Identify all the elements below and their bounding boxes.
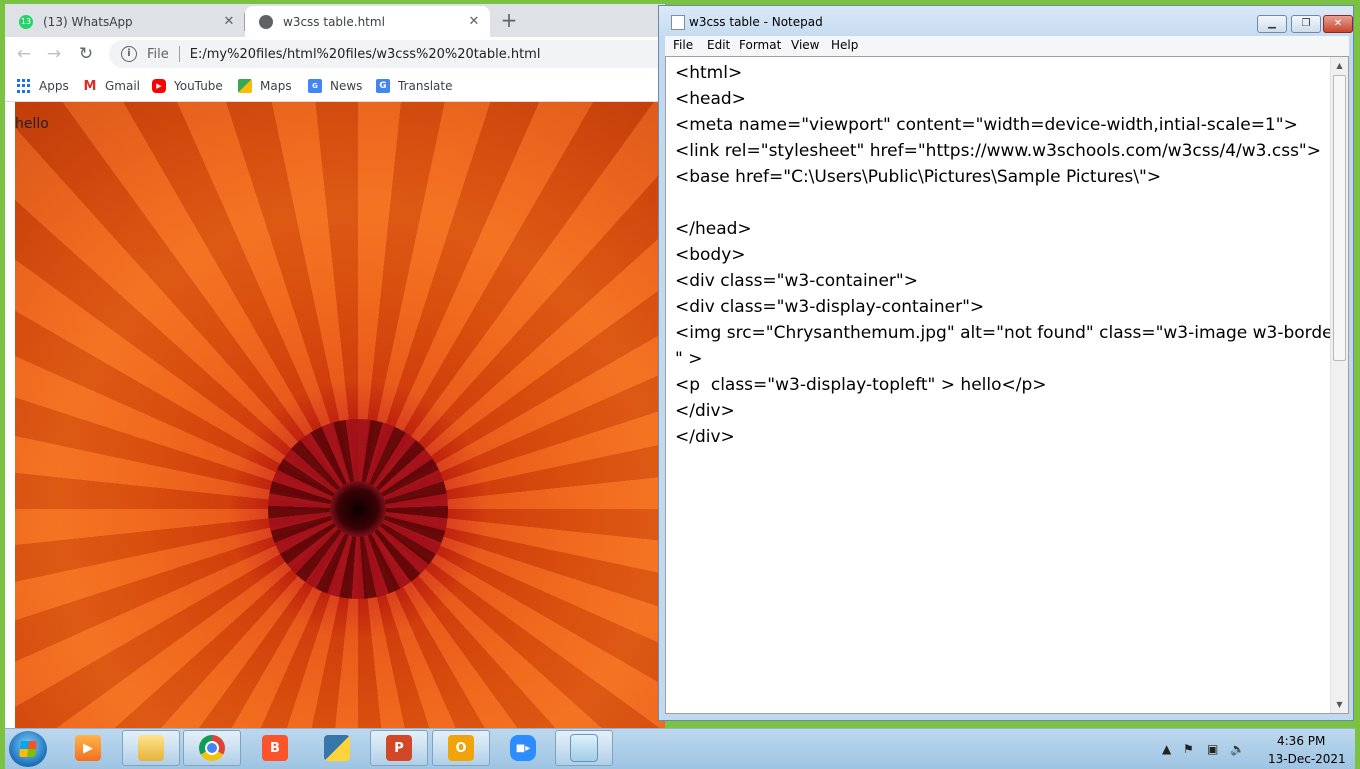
clock-date[interactable]: 13-Dec-2021 [1268, 752, 1346, 766]
menu-format[interactable]: Format [739, 38, 781, 52]
chrome-icon [199, 735, 225, 761]
taskbar-powerpoint[interactable]: P [370, 730, 428, 766]
page-viewport: hello [5, 102, 665, 728]
tab-strip: 13 (13) WhatsApp ✕ w3css table.html ✕ + [5, 4, 665, 37]
vertical-scrollbar[interactable]: ▲ ▼ [1330, 57, 1348, 713]
start-button[interactable] [9, 731, 47, 767]
powerpoint-icon: P [386, 735, 412, 761]
action-center-flag-icon[interactable]: ⚑ [1183, 742, 1194, 756]
close-tab-icon[interactable]: ✕ [464, 14, 484, 29]
menu-help[interactable]: Help [831, 38, 858, 52]
network-icon[interactable]: ▣ [1207, 742, 1218, 756]
notepad-window: w3css table - Notepad ▁ ❐ ✕ File Edit Fo… [658, 5, 1354, 721]
news-icon: G [308, 79, 322, 93]
outlook-icon: O [448, 735, 474, 761]
scroll-down-icon[interactable]: ▼ [1331, 696, 1348, 713]
gmail-icon: M [83, 78, 97, 94]
taskbar-media-player[interactable]: ▶ [59, 730, 117, 766]
menu-edit[interactable]: Edit [707, 38, 730, 52]
back-button[interactable]: ← [11, 41, 37, 67]
tab-whatsapp[interactable]: 13 (13) WhatsApp ✕ [5, 6, 245, 37]
maps-icon [238, 79, 252, 93]
taskbar-brave[interactable]: B [246, 730, 304, 766]
close-button[interactable]: ✕ [1323, 15, 1353, 33]
close-tab-icon[interactable]: ✕ [219, 14, 239, 29]
youtube-icon: ▶ [152, 79, 166, 93]
bookmark-translate[interactable]: G Translate [376, 77, 453, 95]
bookmark-apps[interactable]: Apps [17, 77, 69, 95]
minimize-button[interactable]: ▁ [1257, 15, 1287, 33]
tab-w3css-table[interactable]: w3css table.html ✕ [245, 6, 490, 37]
notepad-icon [570, 734, 598, 762]
taskbar-zoom[interactable]: ■▸ [494, 730, 552, 766]
apps-grid-icon [17, 79, 31, 93]
whatsapp-icon: 13 [19, 14, 33, 29]
bookmark-label: YouTube [174, 79, 223, 93]
bookmark-gmail[interactable]: M Gmail [83, 77, 140, 95]
bookmark-label: Apps [39, 79, 69, 93]
python-icon [324, 735, 350, 761]
menu-bar: File Edit Format View Help [665, 36, 1349, 56]
file-explorer-icon [138, 735, 164, 761]
taskbar-chrome[interactable] [183, 730, 241, 766]
chrysanthemum-image [15, 102, 665, 728]
taskbar-python[interactable] [308, 730, 366, 766]
notepad-titlebar[interactable]: w3css table - Notepad ▁ ❐ ✕ [659, 6, 1353, 36]
globe-icon [259, 14, 273, 29]
reload-button[interactable]: ↻ [73, 41, 99, 67]
window-title: w3css table - Notepad [689, 15, 823, 29]
brave-icon: B [262, 735, 288, 761]
menu-view[interactable]: View [791, 38, 819, 52]
petal-texture [15, 102, 665, 728]
info-icon[interactable]: i [121, 46, 137, 62]
bookmark-youtube[interactable]: ▶ YouTube [152, 77, 223, 95]
bookmark-label: Maps [260, 79, 292, 93]
windows-taskbar: ▶ B P O ■▸ ▲ ⚑ ▣ 🔈 4:36 PM 13-Dec-2021 [5, 728, 1355, 769]
taskbar-file-explorer[interactable] [122, 730, 180, 766]
forward-button[interactable]: → [41, 41, 67, 67]
tab-title: w3css table.html [283, 14, 385, 29]
clock-time[interactable]: 4:36 PM [1277, 734, 1325, 748]
zoom-icon: ■▸ [510, 735, 536, 761]
bookmark-news[interactable]: G News [308, 77, 362, 95]
bookmark-label: Translate [398, 79, 453, 93]
taskbar-notepad[interactable] [555, 730, 613, 766]
media-player-icon: ▶ [75, 735, 101, 761]
notepad-document-icon [671, 15, 685, 30]
scroll-up-icon[interactable]: ▲ [1331, 57, 1348, 74]
volume-icon[interactable]: 🔈 [1230, 742, 1245, 756]
bookmarks-bar: Apps M Gmail ▶ YouTube Maps G News G Tra… [5, 71, 665, 102]
restore-button[interactable]: ❐ [1291, 15, 1321, 33]
divider [178, 46, 180, 62]
scrollbar-thumb[interactable] [1333, 75, 1346, 361]
text-editor[interactable]: <html> <head> <meta name="viewport" cont… [665, 56, 1349, 714]
taskbar-outlook[interactable]: O [432, 730, 490, 766]
flower-core [330, 480, 387, 537]
show-hidden-icons-icon[interactable]: ▲ [1162, 742, 1171, 756]
browser-toolbar: ← → ↻ i File E:/my%20files/html%20files/… [5, 37, 665, 71]
bookmark-label: Gmail [105, 79, 141, 93]
windows-logo-icon [19, 741, 37, 757]
menu-file[interactable]: File [673, 38, 693, 52]
address-bar[interactable]: i File E:/my%20files/html%20files/w3css%… [109, 40, 665, 68]
new-tab-button[interactable]: + [497, 8, 521, 32]
bookmark-maps[interactable]: Maps [238, 77, 292, 95]
url-text: E:/my%20files/html%20files/w3css%20%20ta… [189, 46, 541, 62]
display-topleft-text: hello [15, 116, 49, 132]
url-scheme: File [147, 46, 169, 62]
editor-content[interactable]: <html> <head> <meta name="viewport" cont… [675, 60, 1340, 450]
translate-icon: G [376, 79, 390, 93]
bookmark-label: News [330, 79, 363, 93]
tab-title: (13) WhatsApp [43, 14, 133, 29]
chrome-window: 13 (13) WhatsApp ✕ w3css table.html ✕ + … [5, 4, 665, 728]
